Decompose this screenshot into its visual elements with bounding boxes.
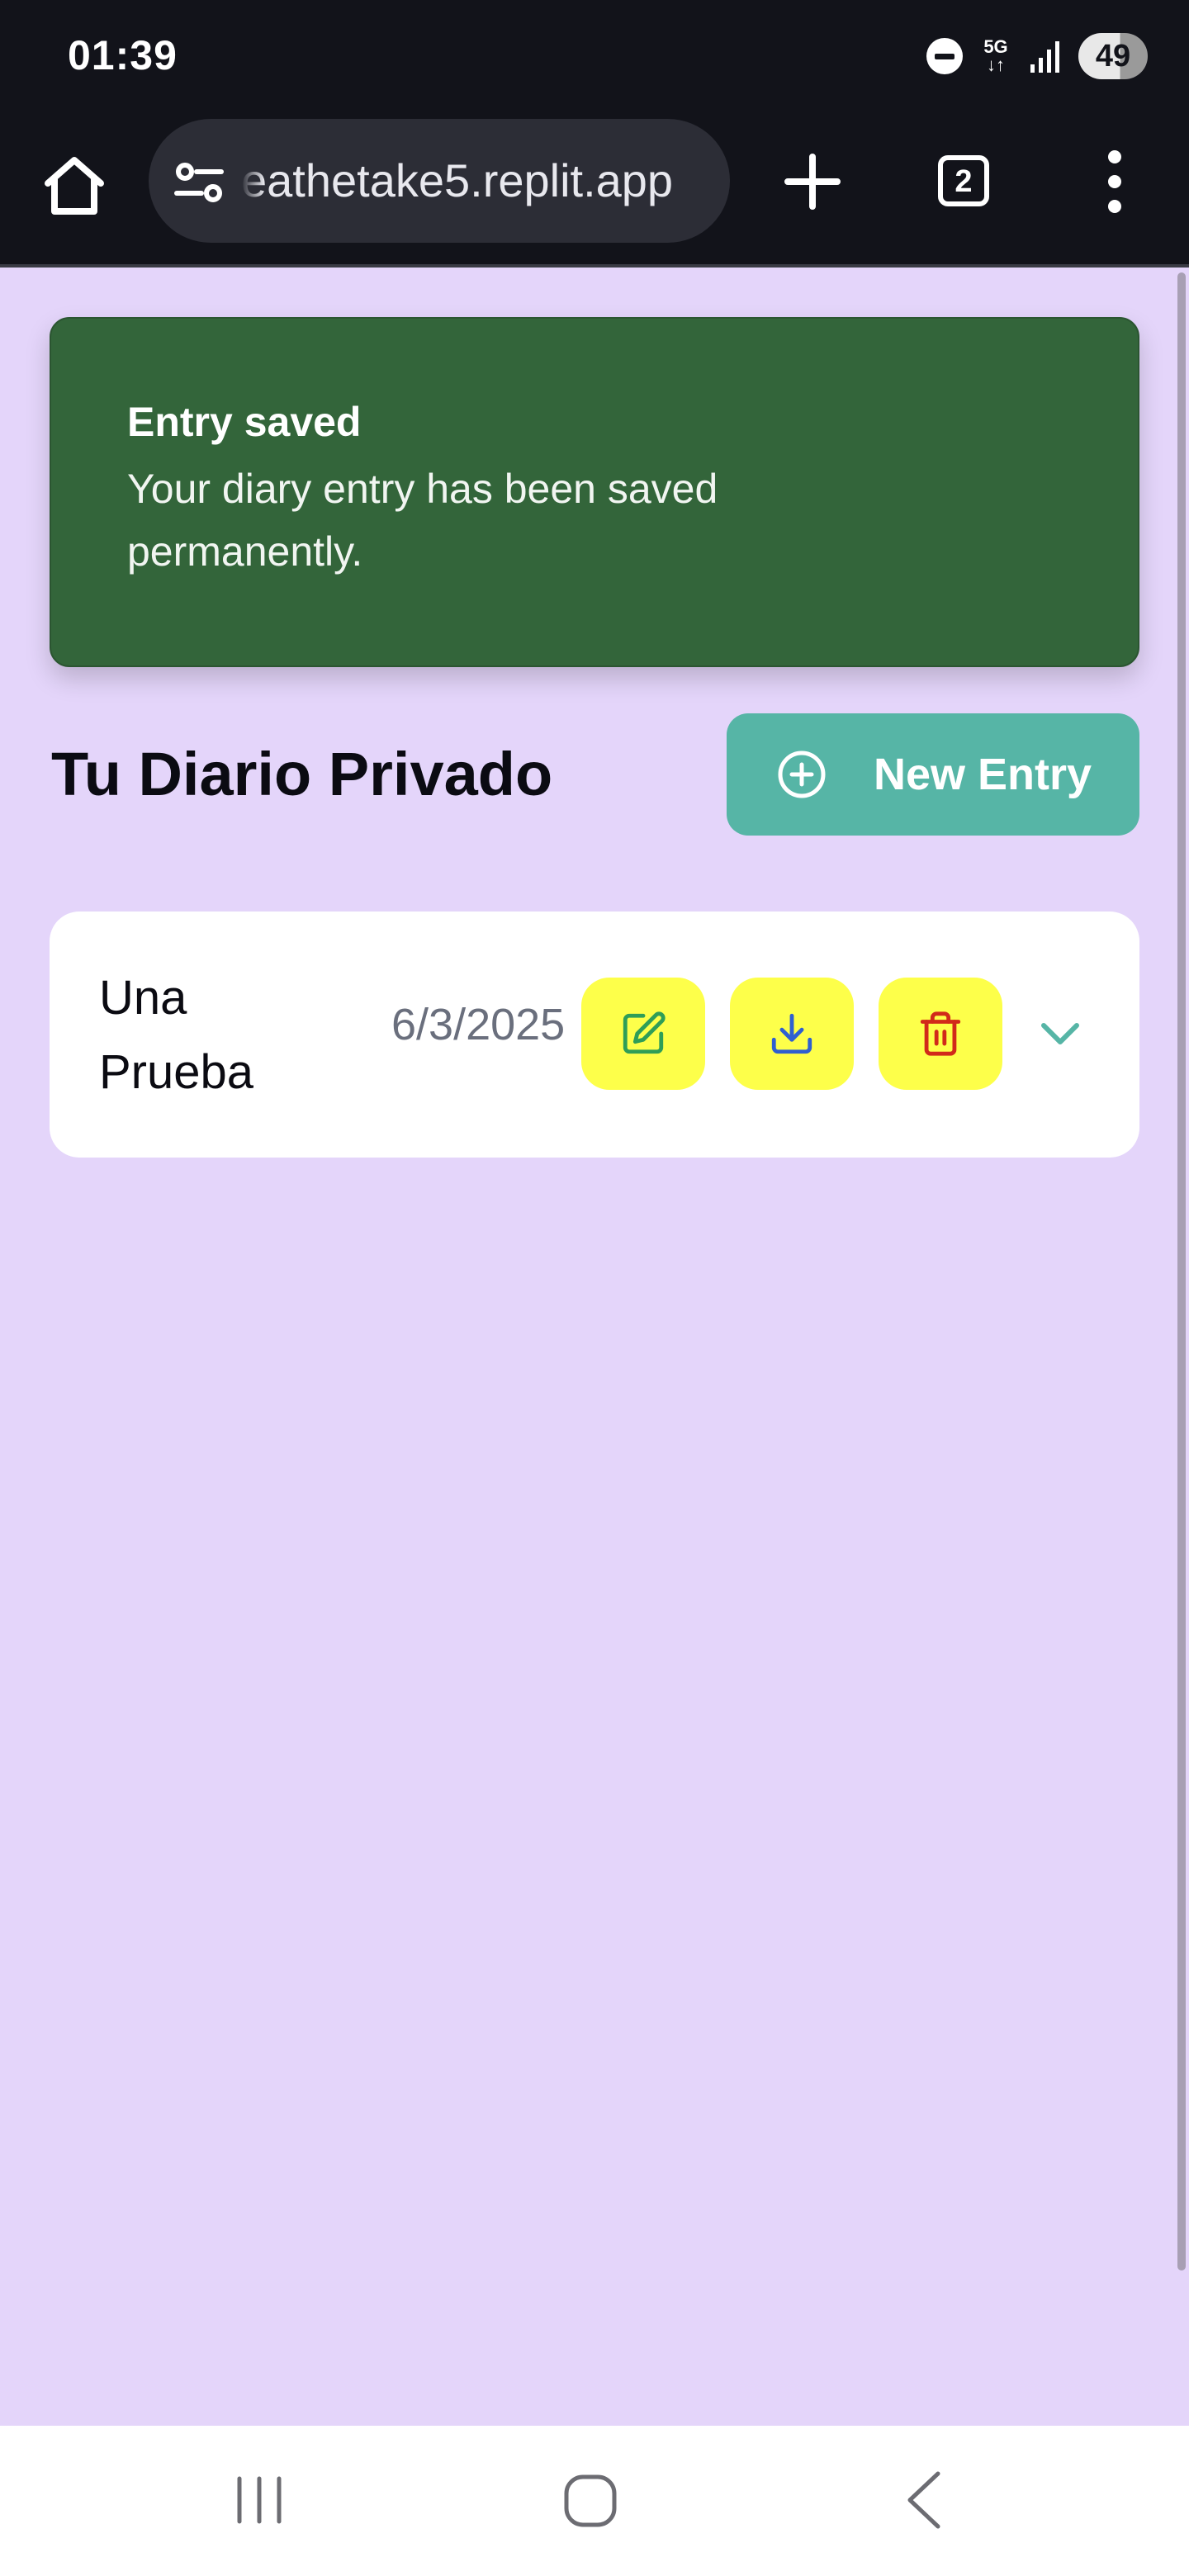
back-icon[interactable] — [903, 2469, 945, 2531]
recent-apps-icon[interactable] — [233, 2474, 286, 2526]
download-entry-button[interactable] — [730, 978, 854, 1090]
toast-description: Your diary entry has been saved permanen… — [127, 466, 718, 575]
toast-notification[interactable]: Entry saved Your diary entry has been sa… — [50, 317, 1139, 667]
download-icon — [771, 1013, 812, 1054]
entry-card[interactable]: Una Prueba 6/3/2025 — [50, 912, 1139, 1158]
more-vertical-icon[interactable] — [1103, 149, 1126, 215]
home-circle-icon[interactable] — [561, 2472, 619, 2530]
plus-circle-icon — [778, 751, 826, 798]
home-icon[interactable] — [40, 150, 109, 220]
system-nav-bar — [0, 2426, 1189, 2576]
plus-icon[interactable] — [781, 150, 844, 213]
url-text: eathetake5.replit.app — [241, 154, 674, 206]
chevron-down-icon[interactable] — [1035, 1009, 1085, 1058]
page-scrollbar[interactable] — [1177, 272, 1186, 2271]
address-bar[interactable]: eathetake5.replit.app — [149, 119, 730, 243]
toast-title: Entry saved — [127, 399, 362, 445]
page-title: Tu Diario Privado — [51, 740, 553, 808]
battery-icon: 49 — [1078, 33, 1148, 79]
new-entry-button[interactable]: New Entry — [727, 713, 1139, 836]
do-not-disturb-icon — [926, 38, 963, 74]
edit-icon — [623, 1011, 666, 1054]
site-settings-icon[interactable] — [173, 157, 225, 208]
network-label: 5G — [983, 36, 1008, 57]
edit-entry-button[interactable] — [581, 978, 705, 1090]
status-icons: 5G ↓↑ 49 — [926, 30, 1148, 83]
entry-date: 6/3/2025 — [391, 1000, 566, 1049]
tabs-icon[interactable]: 2 — [938, 155, 989, 206]
network-5g-icon: 5G ↓↑ — [983, 36, 1008, 75]
delete-entry-button[interactable] — [879, 978, 1002, 1090]
new-entry-label: New Entry — [874, 750, 1092, 799]
signal-icon — [1030, 41, 1059, 73]
status-time: 01:39 — [68, 32, 178, 78]
browser-toolbar: eathetake5.replit.app 2 — [0, 111, 1189, 268]
entry-title: Una Prueba — [99, 971, 254, 1099]
trash-icon — [920, 1011, 961, 1056]
status-bar: 01:39 5G ↓↑ 49 — [0, 0, 1189, 111]
